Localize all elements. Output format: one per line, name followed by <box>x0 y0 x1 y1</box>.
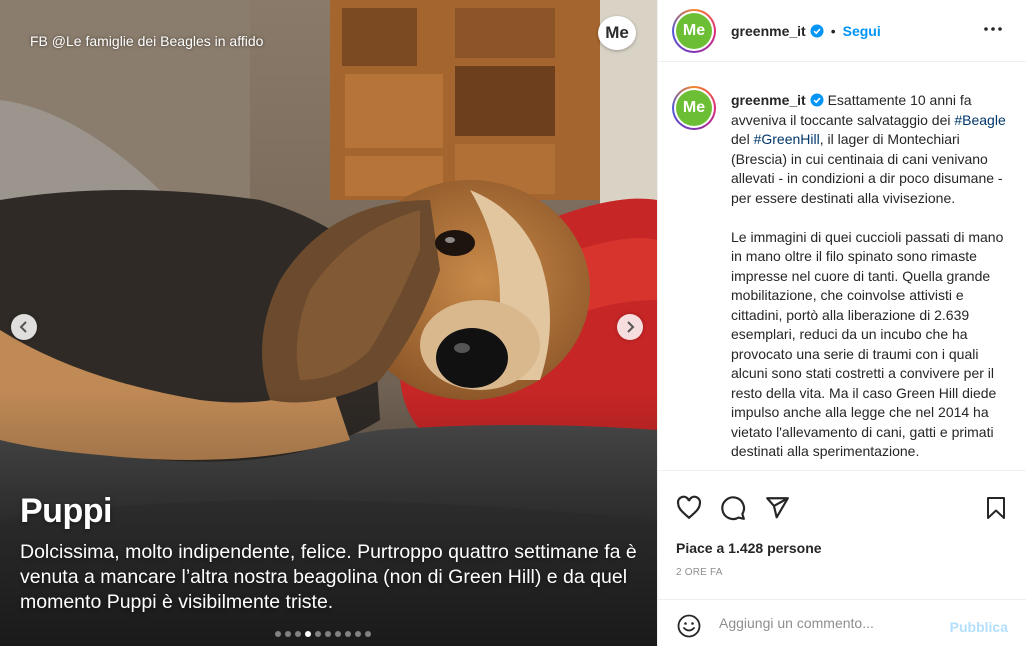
carousel-dot <box>305 631 311 637</box>
more-options-icon[interactable] <box>982 18 1004 40</box>
photo-credit: FB @Le famiglie dei Beagles in affido <box>30 33 264 49</box>
separator-dot: • <box>830 22 836 39</box>
carousel-dot <box>285 631 291 637</box>
username-link[interactable]: greenme_it <box>731 23 806 39</box>
action-bar <box>658 470 1026 545</box>
avatar-logo: Me <box>676 12 712 49</box>
chevron-right-icon <box>627 321 635 333</box>
caption-area: Me greenme_it Esattamente 10 anni fa avv… <box>658 78 1026 470</box>
post-side-panel: Me greenme_it • Segui Me greenme_it Esat… <box>657 0 1026 646</box>
heart-icon[interactable] <box>676 495 702 521</box>
caption-username[interactable]: greenme_it <box>731 92 806 108</box>
caption-avatar[interactable]: Me <box>672 86 716 130</box>
chevron-left-icon <box>19 321 27 333</box>
carousel-dot <box>275 631 281 637</box>
emoji-icon[interactable] <box>677 614 701 638</box>
bookmark-icon[interactable] <box>984 495 1008 521</box>
publish-button[interactable]: Pubblica <box>950 619 1008 635</box>
caption-text-1b: del <box>731 131 754 147</box>
post-caption: greenme_it Esattamente 10 anni fa avveni… <box>731 91 1016 462</box>
avatar[interactable]: Me <box>672 8 716 53</box>
comment-bar: Pubblica <box>658 599 1026 646</box>
post-timestamp[interactable]: 2 ORE FA <box>676 567 723 578</box>
carousel-dots <box>275 631 371 637</box>
carousel-dot <box>345 631 351 637</box>
likes-count[interactable]: Piace a 1.428 persone <box>676 540 822 556</box>
previous-slide-button[interactable] <box>11 314 37 340</box>
hashtag-greenhill[interactable]: #GreenHill <box>754 131 820 147</box>
caption-paragraph-2: Le immagini di quei cuccioli passati di … <box>731 228 1004 460</box>
comment-icon[interactable] <box>720 495 746 521</box>
caption-paragraph-1: greenme_it Esattamente 10 anni fa avveni… <box>731 91 1016 208</box>
brand-logo: Me <box>598 16 636 50</box>
share-icon[interactable] <box>764 495 790 521</box>
follow-button[interactable]: Segui <box>843 23 881 39</box>
verified-badge-icon <box>810 93 824 107</box>
carousel-dot <box>365 631 371 637</box>
slide-title: Puppi <box>20 492 112 530</box>
slide-text: Dolcissima, molto indipendente, felice. … <box>20 541 637 613</box>
caption-avatar-logo: Me <box>676 90 712 126</box>
next-slide-button[interactable] <box>617 314 643 340</box>
verified-badge-icon <box>810 24 824 37</box>
carousel-dot <box>325 631 331 637</box>
post-header: Me greenme_it • Segui <box>658 0 1026 62</box>
carousel-dot <box>335 631 341 637</box>
carousel-dot <box>315 631 321 637</box>
post-media: FB @Le famiglie dei Beagles in affido Me… <box>0 0 657 646</box>
hashtag-beagle[interactable]: #Beagle <box>954 112 1005 128</box>
carousel-dot <box>355 631 361 637</box>
carousel-dot <box>295 631 301 637</box>
comment-input[interactable] <box>719 615 939 631</box>
